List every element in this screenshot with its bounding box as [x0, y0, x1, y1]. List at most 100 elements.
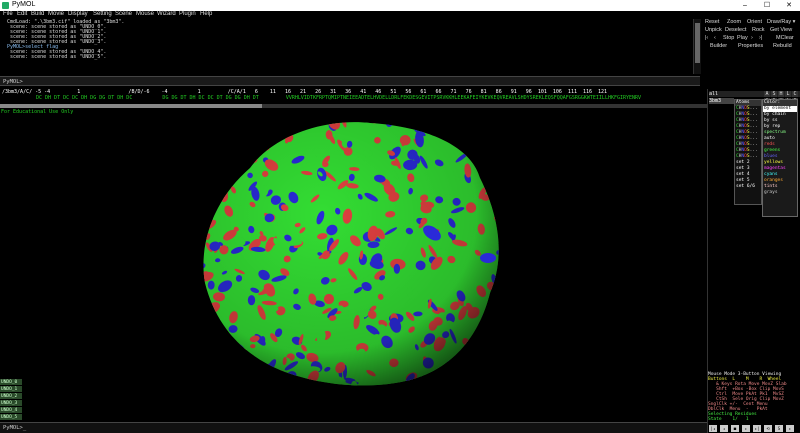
- maximize-button[interactable]: ☐: [756, 0, 778, 11]
- surface-patch: [211, 320, 223, 332]
- console-scrollbar[interactable]: [693, 19, 701, 74]
- sequence-residues[interactable]: DC DH DT DC DC DH DG DG DT DH DC DG DG D…: [36, 96, 641, 101]
- object-3bm3-label: 3bm3: [709, 98, 722, 104]
- surface-patch: [228, 153, 239, 166]
- surface-patch: [257, 378, 267, 386]
- surface-patch: [311, 385, 324, 397]
- surface-patch: [467, 366, 474, 375]
- menu-edit[interactable]: Edit: [17, 11, 27, 17]
- educational-notice: For Educational Use Only: [1, 109, 74, 115]
- stop-button[interactable]: Stop: [723, 35, 734, 41]
- menu-scene[interactable]: Scene: [115, 11, 132, 17]
- playbar-button[interactable]: ▸: [786, 425, 794, 432]
- rebuild-button[interactable]: Rebuild: [773, 43, 792, 49]
- back-button[interactable]: ‹: [714, 35, 716, 41]
- deselect-button[interactable]: Deselect: [725, 27, 746, 33]
- surface-patch: [460, 375, 470, 386]
- surface-patch: [493, 366, 499, 378]
- surface-patch: [259, 122, 273, 130]
- color-menu-item-grays[interactable]: grays: [763, 190, 797, 196]
- playbar-button[interactable]: ◂: [720, 425, 728, 432]
- surface-patch: [203, 343, 207, 354]
- surface-patch: [472, 148, 482, 153]
- rock-button[interactable]: Rock: [752, 27, 765, 33]
- surface-patch: [223, 343, 234, 354]
- minimize-button[interactable]: –: [734, 0, 756, 11]
- builder-button[interactable]: Builder: [710, 43, 727, 49]
- object-action-a-button[interactable]: A: [764, 91, 770, 97]
- command-input-bottom[interactable]: PyMOL>_: [0, 422, 707, 433]
- molecule-viewport[interactable]: For Educational Use Only: [0, 108, 707, 422]
- menu-mouse[interactable]: Mouse: [136, 11, 154, 17]
- menu-plugin[interactable]: Plugin: [179, 11, 196, 17]
- mclear-button[interactable]: MClear: [776, 35, 794, 41]
- menu-file[interactable]: File: [3, 11, 13, 17]
- surface-patch: [470, 355, 483, 368]
- surface-patch: [284, 375, 290, 381]
- surface-patch: [244, 137, 258, 148]
- playbar-button[interactable]: ■: [731, 425, 739, 432]
- get-view-button[interactable]: Get View: [770, 27, 792, 33]
- pymol-logo-icon: [2, 2, 9, 9]
- unpick-button[interactable]: Unpick: [705, 27, 722, 33]
- playbar-button[interactable]: ⟲: [764, 425, 772, 432]
- playbar-button[interactable]: ▸: [742, 425, 750, 432]
- menu-display[interactable]: Display: [68, 11, 88, 17]
- menu-build[interactable]: Build: [31, 11, 44, 17]
- rewind-button[interactable]: |‹: [705, 35, 708, 41]
- menu-movie[interactable]: Movie: [48, 11, 64, 17]
- object-action-l-button[interactable]: L: [785, 91, 791, 97]
- surface-patch: [397, 114, 406, 123]
- object-action-s-button[interactable]: S: [771, 91, 777, 97]
- scene-button[interactable]: UNDO_1: [0, 386, 22, 393]
- playbar-button[interactable]: ▸|: [753, 425, 761, 432]
- end-button[interactable]: ›|: [759, 35, 762, 41]
- draw-ray-button[interactable]: Draw/Ray ▾: [767, 19, 795, 25]
- scene-button[interactable]: UNDO_3: [0, 400, 22, 407]
- surface-patch: [210, 167, 216, 175]
- orient-button[interactable]: Orient: [747, 19, 762, 25]
- sequence-viewer[interactable]: /3bm3/A/C/ -5 -4 1 /B/D/-6 -4 1 /C/A/1 6…: [0, 89, 707, 104]
- zoom-button[interactable]: Zoom: [727, 19, 741, 25]
- scene-button[interactable]: UNDO_2: [0, 393, 22, 400]
- surface-patch: [494, 356, 499, 362]
- menu-setting[interactable]: Setting: [93, 11, 112, 17]
- scene-button[interactable]: UNDO_5: [0, 414, 22, 421]
- object-action-c-button[interactable]: C: [792, 91, 798, 97]
- surface-patch: [203, 383, 209, 386]
- surface-patch: [212, 165, 219, 178]
- playbar-button[interactable]: S: [775, 425, 783, 432]
- menu-wizard[interactable]: Wizard: [157, 11, 176, 17]
- surface-patch: [459, 355, 466, 371]
- playbar-button[interactable]: |◂: [709, 425, 717, 432]
- menu-bar: File Edit Build Movie Display Setting Sc…: [0, 11, 800, 19]
- scene-button[interactable]: UNDO_0: [0, 379, 22, 386]
- menu-help[interactable]: Help: [200, 11, 212, 17]
- console-line: scene: scene stored as "UNDO_5".: [4, 54, 107, 60]
- surface-patch: [502, 172, 516, 185]
- scene-button[interactable]: UNDO_4: [0, 407, 22, 414]
- atoms-menu-item[interactable]: set 6/6: [735, 184, 761, 190]
- object-action-h-button[interactable]: H: [778, 91, 784, 97]
- properties-button[interactable]: Properties: [738, 43, 763, 49]
- command-input-top[interactable]: PyMOL>: [0, 76, 700, 86]
- surface-patch: [500, 189, 510, 196]
- surface-patch: [268, 130, 273, 136]
- surface-patch: [475, 147, 484, 158]
- play-button[interactable]: Play: [737, 35, 748, 41]
- reset-button[interactable]: Reset: [705, 19, 719, 25]
- scene-list: UNDO_0 UNDO_1 UNDO_2 UNDO_3 UNDO_4 UNDO_5: [0, 379, 22, 421]
- close-button[interactable]: ✕: [778, 0, 800, 11]
- forward-button[interactable]: ›: [751, 35, 753, 41]
- surface-patch: [416, 122, 423, 124]
- protein-surface[interactable]: [0, 108, 707, 422]
- surface-patch: [483, 326, 492, 336]
- scrollbar-thumb[interactable]: [695, 23, 700, 63]
- control-panel: Reset Zoom Orient Draw/Ray ▾ Unpick Dese…: [701, 19, 800, 50]
- surface-patch: [271, 122, 283, 123]
- surface-patch: [251, 364, 262, 372]
- surface-patch: [458, 368, 470, 383]
- surface-patch: [203, 303, 213, 314]
- object-3bm3[interactable]: 3bm3: [709, 98, 734, 104]
- surface-patch: [431, 383, 437, 386]
